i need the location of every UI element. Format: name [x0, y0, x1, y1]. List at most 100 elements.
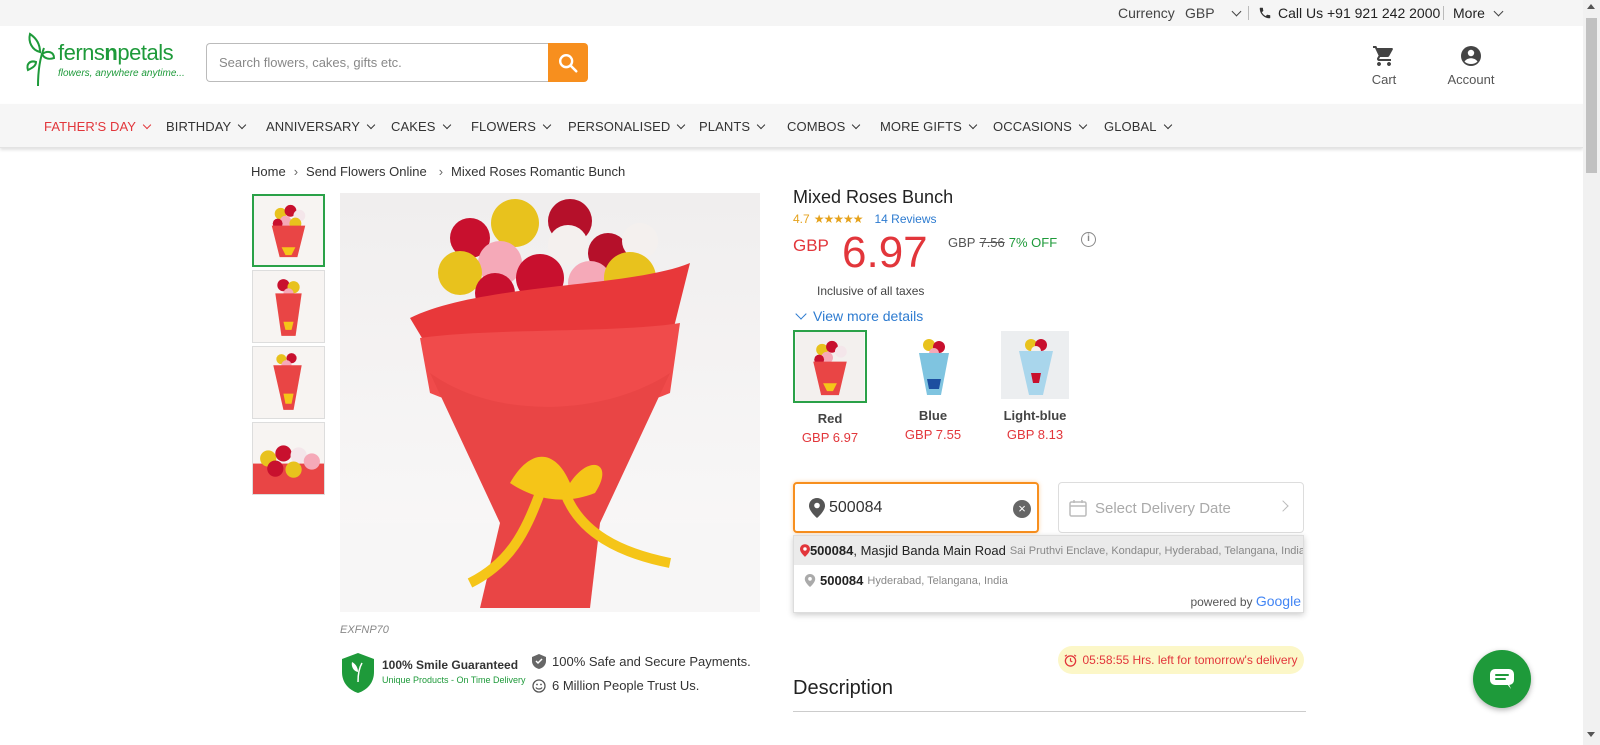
suggestion-secondary-text: Sai Pruthvi Enclave, Kondapur, Hyderabad…: [1009, 544, 1304, 557]
delivery-timer: 05:58:55 Hrs. left for tomorrow's delive…: [1058, 646, 1304, 674]
chevron-down-icon: [1163, 120, 1172, 129]
nav-item-birthday[interactable]: BIRTHDAY: [166, 119, 247, 134]
shield-check-icon: [532, 654, 546, 669]
bouquet-image: [275, 279, 302, 336]
alarm-clock-icon: [1065, 653, 1077, 667]
suggestion-main-text: 500084, Masjid Banda Main Road: [809, 543, 1006, 558]
logo-mark-icon: [26, 32, 56, 87]
breadcrumb: Home › Send Flowers Online › Mixed Roses…: [251, 164, 625, 179]
currency-selector[interactable]: GBP: [1185, 5, 1242, 21]
nav-item-fathers-day[interactable]: FATHER'S DAY: [44, 119, 152, 134]
variant-name: Red: [817, 411, 843, 426]
clear-icon[interactable]: ×: [1013, 500, 1031, 518]
breadcrumb-current: Mixed Roses Romantic Bunch: [451, 164, 626, 179]
chevron-down-icon: [756, 120, 766, 129]
nav-item-anniversary[interactable]: ANNIVERSARY: [266, 119, 376, 134]
account-icon: [1461, 46, 1481, 66]
location-pin-icon: [804, 574, 816, 587]
rating-value: 4.7: [793, 212, 810, 226]
view-more-details-link[interactable]: View more details: [795, 308, 923, 324]
product-thumbnail[interactable]: [252, 270, 325, 343]
logo-tagline: flowers, anywhere anytime...: [58, 68, 185, 79]
location-pin-icon: [809, 498, 825, 518]
delivery-date-placeholder: Select Delivery Date: [1095, 500, 1231, 517]
search-input[interactable]: [206, 43, 549, 82]
chevron-right-icon: [1277, 500, 1289, 512]
strikethrough-price: 7.56: [979, 235, 1005, 250]
breadcrumb-send-flowers[interactable]: Send Flowers Online: [306, 164, 427, 179]
variant-price: GBP 6.97: [801, 430, 859, 445]
suggestion-secondary-text: Hyderabad, Telangana, India: [867, 574, 1008, 587]
product-thumbnail[interactable]: [252, 194, 325, 267]
smile-guarantee-title: 100% Smile Guaranteed: [382, 658, 519, 672]
account-button[interactable]: Account: [1441, 42, 1501, 87]
scroll-down-icon[interactable]: [1587, 732, 1595, 737]
secure-payments: 100% Safe and Secure Payments.: [532, 654, 751, 669]
nav-item-plants[interactable]: PLANTS: [699, 119, 766, 134]
variant-price: GBP 8.13: [1006, 427, 1064, 442]
info-icon[interactable]: i: [1081, 232, 1096, 247]
description-heading: Description: [793, 677, 894, 699]
powered-by-google: powered by Google: [1190, 593, 1301, 609]
call-us-link[interactable]: Call Us +91 921 242 2000: [1258, 5, 1440, 21]
site-logo[interactable]: fernsnpetals flowers, anywhere anytime..…: [24, 30, 194, 88]
variant-blue[interactable]: Blue GBP 7.55: [888, 330, 978, 442]
product-thumbnail[interactable]: [252, 422, 325, 495]
search-button[interactable]: [548, 43, 588, 82]
scroll-up-icon[interactable]: [1587, 4, 1595, 9]
phone-icon: [1259, 7, 1271, 19]
variant-price: GBP 7.55: [904, 427, 962, 442]
delivery-date-selector[interactable]: Select Delivery Date: [1058, 482, 1304, 533]
cart-label: Cart: [1371, 72, 1397, 87]
product-title: Mixed Roses Bunch: [793, 187, 954, 207]
reviews-link[interactable]: 14 Reviews: [874, 212, 936, 226]
variant-light-blue[interactable]: Light-blue GBP 8.13: [990, 330, 1080, 442]
chevron-down-icon: [238, 120, 247, 129]
chevron-down-icon: [795, 308, 807, 320]
variant-red[interactable]: Red GBP 6.97: [785, 330, 875, 445]
call-us-text: Call Us +91 921 242 2000: [1278, 5, 1441, 21]
suggestion-item[interactable]: 500084 Hyderabad, Telangana, India: [794, 566, 1303, 595]
page-scrollbar[interactable]: [1583, 0, 1600, 745]
nav-item-occasions[interactable]: OCCASIONS: [993, 119, 1088, 134]
pincode-input[interactable]: [829, 496, 999, 520]
variant-image: [898, 330, 968, 400]
product-sku: EXFNP70: [340, 624, 389, 636]
trust-count: 6 Million People Trust Us.: [532, 678, 699, 693]
price-amount: 6.97: [842, 228, 928, 277]
cart-button[interactable]: Cart: [1364, 42, 1404, 87]
logo-text: fernsnpetals: [58, 40, 174, 65]
search-icon: [559, 54, 578, 73]
nav-item-cakes[interactable]: CAKES: [391, 119, 451, 134]
nav-item-more-gifts[interactable]: MORE GIFTS: [880, 119, 978, 134]
currency-value: GBP: [1185, 5, 1215, 21]
star-rating-icon: ★★★★★: [813, 212, 864, 226]
price-currency: GBP: [793, 236, 829, 255]
bouquet-image: [340, 199, 760, 612]
scrollbar-thumb[interactable]: [1586, 18, 1597, 173]
chevron-down-icon: [968, 120, 978, 129]
top-utility-bar: Currency GBP Call Us +91 921 242 2000 Mo…: [0, 0, 1583, 26]
suggestion-item[interactable]: 500084, Masjid Banda Main Road Sai Pruth…: [794, 536, 1304, 565]
suggestion-main-text: 500084: [820, 573, 864, 588]
original-price: GBP 7.56 7% OFF: [948, 235, 1058, 250]
nav-item-personalised[interactable]: PERSONALISED: [568, 119, 686, 134]
breadcrumb-home[interactable]: Home: [251, 164, 286, 179]
nav-item-combos[interactable]: COMBOS: [787, 119, 861, 134]
divider: [1248, 6, 1249, 20]
discount-badge: 7% OFF: [1008, 235, 1058, 250]
variant-name: Blue: [918, 408, 948, 423]
nav-item-global[interactable]: GLOBAL: [1104, 119, 1172, 134]
product-thumbnail[interactable]: [252, 346, 325, 419]
chevron-down-icon: [852, 120, 861, 129]
bouquet-image: [273, 353, 302, 410]
chevron-down-icon: [677, 120, 686, 129]
more-menu[interactable]: More: [1453, 5, 1504, 21]
variant-name: Light-blue: [1003, 408, 1067, 423]
product-main-image[interactable]: [340, 193, 760, 612]
chat-button[interactable]: [1473, 650, 1531, 708]
nav-item-flowers[interactable]: FLOWERS: [471, 119, 552, 134]
pincode-field: ×: [793, 482, 1039, 533]
cart-icon: [1373, 46, 1393, 66]
account-label: Account: [1447, 72, 1495, 87]
